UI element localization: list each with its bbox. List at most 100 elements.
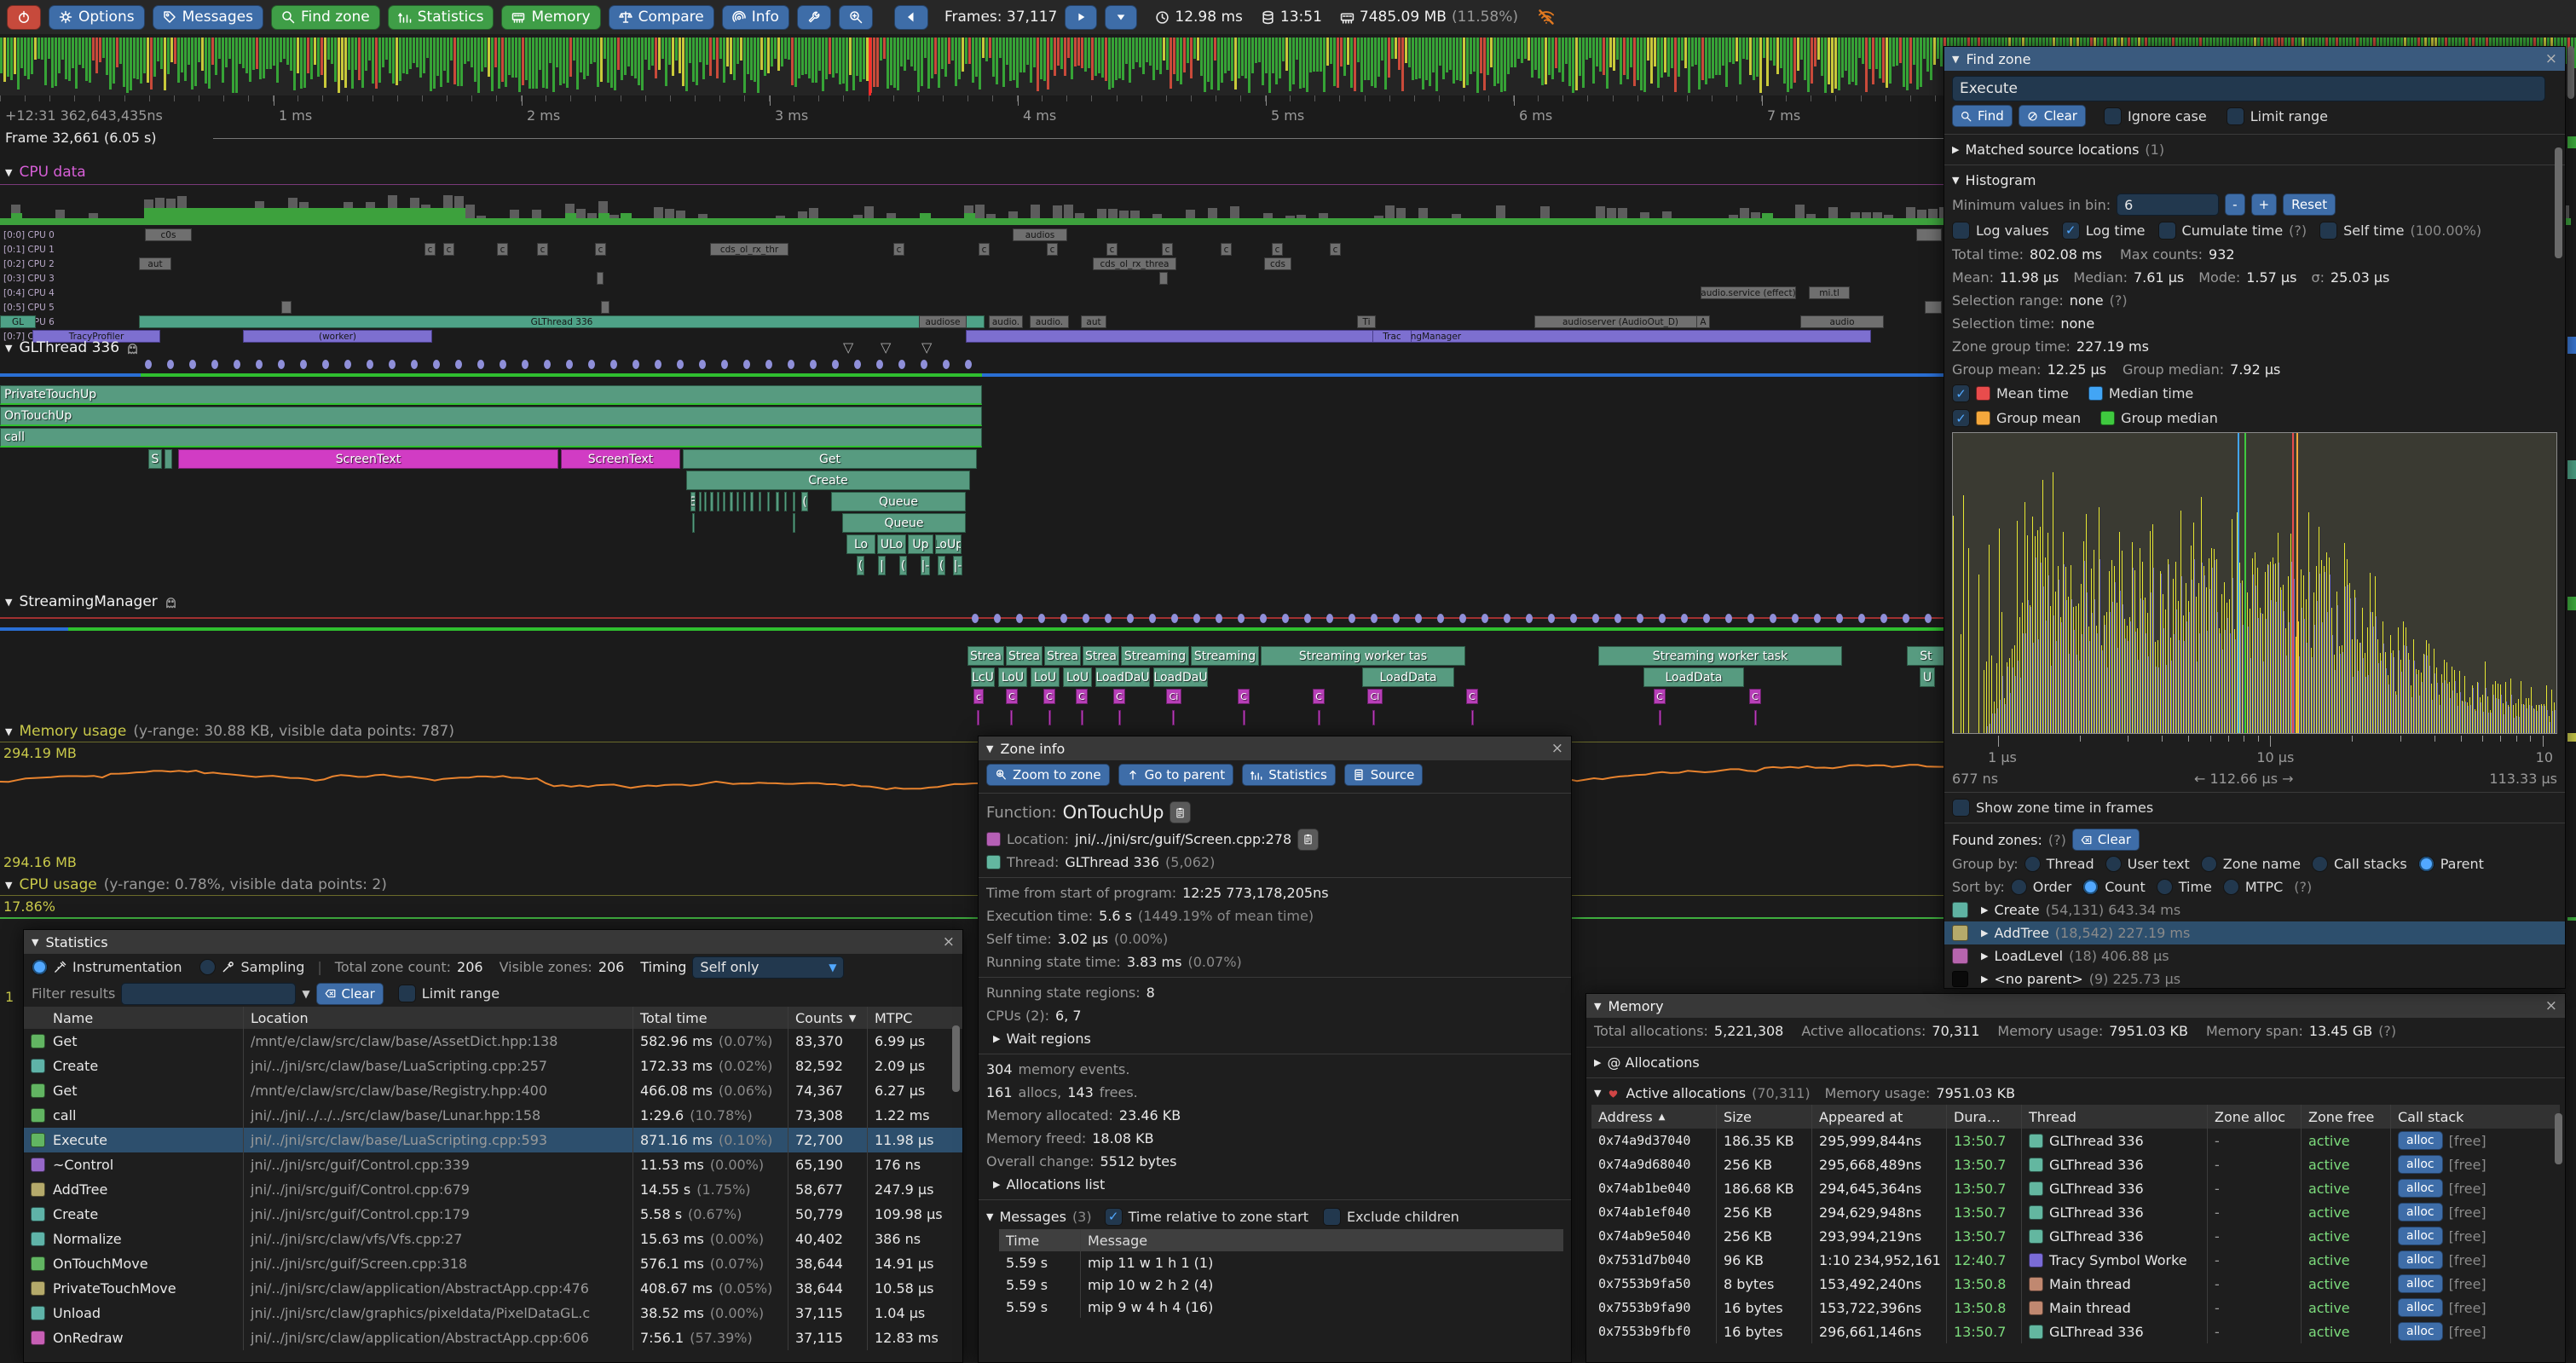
statistics-row[interactable]: Get/mnt/e/claw/src/claw/base/Registry.hp… — [24, 1078, 962, 1103]
found-zone-group[interactable]: ▶AddTree(18,542) 227.19 ms — [1944, 921, 2565, 944]
statistics-row[interactable]: Createjni/../jni/src/guif/Control.cpp:17… — [24, 1202, 962, 1227]
sort-by-mtpc-radio[interactable] — [2223, 879, 2239, 895]
cpu-activity-bar[interactable]: mi.tl — [1809, 286, 1850, 299]
cpu-activity-bar[interactable]: c — [1047, 243, 1058, 256]
messages-button[interactable]: Messages — [153, 5, 263, 30]
zone-bar[interactable]: LoadData — [1362, 667, 1454, 687]
statistics-row[interactable]: OnTouchMovejni/../jni/src/guif/Screen.cp… — [24, 1251, 962, 1276]
reset-button[interactable]: Reset — [2283, 193, 2336, 216]
zone-bar[interactable]: S — [148, 449, 162, 469]
sample-dot[interactable] — [1371, 614, 1378, 623]
statistics-row[interactable]: calljni/../jni/../../../src/claw/base/Lu… — [24, 1103, 962, 1128]
zone-bar[interactable] — [730, 492, 733, 511]
sample-dot[interactable] — [411, 360, 418, 369]
sample-dot[interactable] — [1038, 614, 1045, 623]
zone-bar[interactable] — [793, 492, 795, 511]
group-by-thread-radio[interactable] — [2024, 856, 2041, 872]
sample-dot[interactable] — [610, 360, 617, 369]
zone-bar[interactable]: Streaming worker task — [1598, 646, 1842, 666]
zone-bar[interactable] — [699, 492, 702, 511]
ignore-case-checkbox[interactable]: ✓ — [2104, 107, 2122, 125]
zone-bar[interactable] — [784, 492, 787, 511]
group-mean-checkbox[interactable]: ✓ — [1952, 409, 1970, 427]
zone-bar[interactable]: LoU — [1063, 667, 1092, 687]
zone-bar[interactable]: LoU — [1031, 667, 1060, 687]
allocation-row[interactable]: 0x7553b9fa9016 bytes153,722,396ns13:50.8… — [1591, 1296, 2560, 1320]
zone-bar[interactable]: Strea — [1006, 646, 1043, 666]
zone-bar[interactable]: LoU — [998, 667, 1027, 687]
find-zone-search-input[interactable] — [1952, 76, 2545, 101]
sample-dot[interactable] — [1060, 614, 1067, 623]
zone-bar[interactable]: LoadData — [1643, 667, 1744, 687]
alloc-callstack-button[interactable]: alloc — [2398, 1179, 2443, 1198]
cpu-activity-bar[interactable]: audiose — [919, 315, 967, 328]
cpu-activity-bar[interactable] — [281, 301, 292, 314]
sample-dot[interactable] — [1858, 614, 1865, 623]
sample-dot[interactable] — [322, 360, 329, 369]
zone-bar[interactable] — [717, 492, 719, 511]
sample-dot[interactable] — [189, 360, 196, 369]
statistics-row[interactable]: AddTreejni/../jni/src/guif/Control.cpp:6… — [24, 1177, 962, 1202]
zone-bar[interactable]: C — [1313, 689, 1325, 704]
sample-dot[interactable] — [743, 360, 750, 369]
zone-bar[interactable]: C — [1238, 689, 1250, 704]
sample-dot[interactable] — [389, 360, 396, 369]
zone-bar[interactable]: C — [1113, 689, 1125, 704]
copy-function-button[interactable] — [1170, 801, 1191, 823]
sample-dot[interactable] — [788, 360, 794, 369]
zone-bar[interactable]: ULo — [877, 534, 906, 554]
allocation-row[interactable]: 0x7553b9fa508 bytes153,492,240ns13:50.8M… — [1591, 1272, 2560, 1296]
sort-by-time-radio[interactable] — [2157, 879, 2173, 895]
cpu-activity-bar[interactable]: c — [1272, 243, 1283, 256]
zone-bar[interactable] — [736, 492, 739, 511]
zone-bar[interactable] — [1318, 710, 1320, 725]
zone-bar[interactable]: ( — [857, 556, 864, 575]
alloc-callstack-button[interactable]: alloc — [2398, 1250, 2443, 1269]
filter-input[interactable] — [121, 983, 296, 1005]
close-icon[interactable]: × — [2545, 997, 2557, 1014]
cpu-activity-bar[interactable]: audioserver (AudioOut_D) — [1534, 315, 1707, 328]
zone-bar[interactable]: Strea — [1044, 646, 1081, 666]
zone-bar[interactable] — [1659, 710, 1661, 725]
zone-bar[interactable]: Streaming worker tas — [1261, 646, 1465, 666]
cpu-activity-bar[interactable]: audio. — [1030, 315, 1069, 328]
zone-bar[interactable] — [692, 513, 695, 533]
sample-dot[interactable] — [344, 360, 351, 369]
go-to-parent-button[interactable]: Go to parent — [1118, 764, 1234, 786]
statistics-button[interactable]: Statistics — [388, 5, 494, 30]
options-button[interactable]: Options — [49, 5, 145, 30]
sample-dot[interactable] — [1592, 614, 1599, 623]
sample-dot[interactable] — [1349, 614, 1355, 623]
zone-bar[interactable] — [1048, 710, 1051, 725]
sample-dot[interactable] — [1570, 614, 1577, 623]
cpu-activity-bar[interactable]: c — [537, 243, 548, 256]
source-button[interactable]: Source — [1344, 764, 1424, 786]
sample-dot[interactable] — [1437, 614, 1444, 623]
allocation-row[interactable]: 0x7531d7b04096 KB1:10 234,952,16112:40.7… — [1591, 1248, 2560, 1272]
find-zone-scrollbar[interactable] — [2555, 147, 2562, 258]
sample-dot[interactable] — [876, 360, 883, 369]
sample-dot[interactable] — [167, 360, 174, 369]
cpu-activity-bar[interactable] — [601, 301, 609, 314]
zone-bar[interactable]: ( — [938, 556, 945, 575]
cumulate-time-checkbox[interactable]: ✓ — [2158, 222, 2176, 240]
memory-button[interactable]: Memory — [501, 5, 600, 30]
active-allocations-expander[interactable]: ▼ Active allocations (70,311) Memory usa… — [1586, 1082, 2565, 1105]
sample-dot[interactable] — [278, 360, 285, 369]
sample-dot[interactable] — [1393, 614, 1400, 623]
timeline-scrollbar[interactable] — [2567, 46, 2574, 99]
sample-dot[interactable] — [1725, 614, 1732, 623]
zone-bar[interactable] — [776, 492, 779, 511]
allocation-row[interactable]: 0x74a9d68040256 KB295,668,489ns13:50.7GL… — [1591, 1152, 2560, 1176]
histogram-plot[interactable] — [1952, 432, 2557, 734]
sample-dot[interactable] — [522, 360, 528, 369]
sample-dot[interactable] — [433, 360, 440, 369]
play-button[interactable] — [1065, 5, 1097, 30]
info-button[interactable]: Info — [722, 5, 789, 30]
zone-bar[interactable]: C — [1076, 689, 1088, 704]
zone-bar[interactable] — [1243, 710, 1245, 725]
sample-dot[interactable] — [1637, 614, 1643, 623]
cpu-activity-bar[interactable]: Trac — [1372, 330, 1412, 343]
zone-bar[interactable]: Streaming — [1191, 646, 1259, 666]
zone-bar[interactable]: ScreenText — [561, 449, 680, 469]
